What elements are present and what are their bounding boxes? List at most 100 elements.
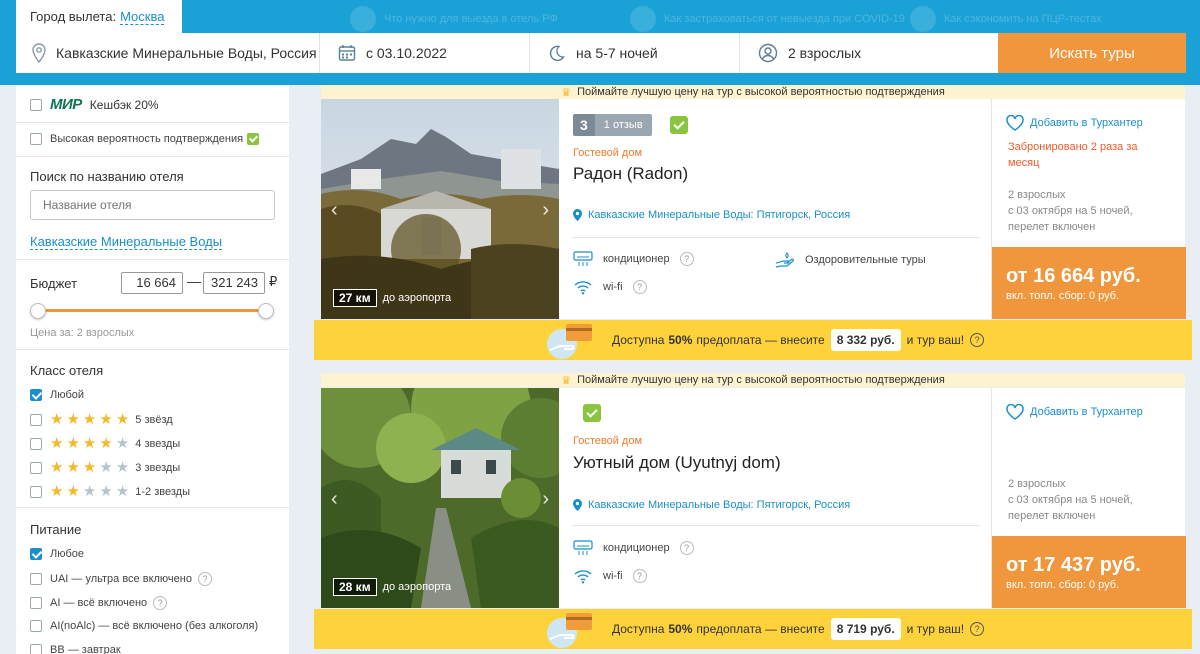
class-checkbox[interactable] — [30, 486, 42, 498]
meal-checkbox[interactable] — [30, 573, 42, 585]
amenity: кондиционер ? — [573, 251, 694, 267]
help-icon[interactable]: ? — [632, 280, 647, 294]
offer-panel: Добавить в Турхантер Забронировано 2 раз… — [991, 99, 1186, 319]
budget-min-input[interactable]: 16 664 — [121, 272, 183, 294]
class-checkbox[interactable] — [30, 438, 42, 450]
star-icon: ★ — [66, 411, 80, 428]
divider — [16, 122, 289, 123]
meta-flight: перелет включен — [1008, 221, 1096, 233]
user-icon — [758, 43, 778, 63]
high-confirm-checkbox[interactable] — [30, 133, 42, 145]
destination-field[interactable]: Кавказские Минеральные Воды, Россия — [16, 33, 320, 73]
distance-label: до аэропорта — [382, 292, 452, 304]
price-note: вкл. топл. сбор: 0 руб. — [1006, 290, 1120, 302]
class-option[interactable]: ★ ★ ★ ★ ★ 5 звёзд — [30, 411, 173, 428]
class-any-checkbox[interactable] — [30, 389, 42, 401]
amenity-label: кондиционер — [603, 542, 670, 554]
amenity: Оздоровительные туры — [775, 251, 926, 269]
offer-meta: 2 взрослых с 03 октября на 5 ночей, пере… — [1008, 476, 1133, 524]
class-any-label: Любой — [50, 389, 85, 401]
rating-badge[interactable]: 3 1 отзыв — [573, 114, 652, 136]
budget-max-input[interactable]: 321 243 — [203, 272, 265, 294]
date-field[interactable]: с 03.10.2022 — [320, 33, 530, 73]
star-icon: ★ — [66, 459, 80, 476]
cashback-checkbox[interactable] — [30, 98, 42, 111]
hotel-location[interactable]: Кавказские Минеральные Воды: Пятигорск, … — [573, 209, 850, 221]
meal-checkbox[interactable] — [30, 620, 42, 632]
meal-option[interactable]: AI(noAlc) — всё включено (без алкоголя) — [30, 620, 258, 632]
class-option[interactable]: ★ ★ ★ ★ ★ 4 звезды — [30, 435, 181, 452]
amenity-label: Оздоровительные туры — [805, 254, 926, 266]
guests-field[interactable]: 2 взрослых — [740, 33, 998, 73]
hotel-card[interactable]: ‹ › 28 км до аэропорта Гостевой дом Уютн… — [321, 388, 1186, 608]
help-icon[interactable]: ? — [632, 569, 647, 583]
meal-option-any[interactable]: Любое — [30, 548, 84, 560]
meal-checkbox[interactable] — [30, 644, 42, 654]
meal-label: UAI — ультра все включено — [50, 573, 192, 585]
meal-option[interactable]: UAI — ультра все включено ? — [30, 572, 212, 586]
heart-icon — [1006, 115, 1024, 131]
best-price-text: Поймайте лучшую цену на тур с высокой ве… — [577, 86, 945, 98]
star-icon: ★ — [82, 411, 97, 428]
booked-count: Забронировано 2 раза за месяц — [1008, 141, 1138, 169]
nights-field[interactable]: на 5-7 ночей — [530, 33, 740, 73]
promo-item[interactable]: Как сэкономить на ПЦР-тестах — [910, 6, 1102, 32]
price-button[interactable]: от 17 437 руб. вкл. топл. сбор: 0 руб. — [992, 536, 1186, 608]
help-icon[interactable]: ? — [970, 333, 985, 347]
hotel-name-input[interactable] — [30, 190, 275, 220]
divider — [16, 156, 289, 157]
help-icon[interactable]: ? — [970, 622, 985, 636]
hotel-photo[interactable]: ‹ › 27 км до аэропорта — [321, 99, 559, 319]
prepayment-banner[interactable]: Доступна 50% предоплата — внесите 8 332 … — [314, 320, 1192, 360]
airport-distance: 28 км до аэропорта — [333, 578, 451, 596]
class-option[interactable]: ★ ★ ★ ★ ★ 3 звезды — [30, 459, 180, 476]
next-photo-icon[interactable]: › — [542, 488, 549, 511]
cashback-filter[interactable]: МИР Кешбэк 20% — [30, 96, 159, 113]
meal-checkbox[interactable] — [30, 597, 42, 609]
meal-any-checkbox[interactable] — [30, 548, 42, 560]
air-conditioner-icon — [573, 251, 593, 266]
help-icon[interactable]: ? — [679, 541, 694, 555]
budget-slider-track[interactable] — [38, 309, 266, 312]
hotel-name[interactable]: Радон (Radon) — [573, 164, 688, 184]
hotel-name[interactable]: Уютный дом (Uyutnyj dom) — [573, 453, 781, 473]
rating-score: 3 — [573, 114, 595, 136]
help-icon[interactable]: ? — [153, 596, 168, 610]
departure-city-link[interactable]: Москва — [120, 9, 165, 25]
promo-item[interactable]: Как застраховаться от невыезда при COVID… — [630, 6, 905, 32]
prepayment-banner[interactable]: Доступна 50% предоплата — внесите 8 719 … — [314, 609, 1192, 649]
help-icon[interactable]: ? — [197, 572, 212, 586]
star-icon: ★ — [50, 435, 64, 452]
prev-photo-icon[interactable]: ‹ — [331, 488, 338, 511]
hotel-location[interactable]: Кавказские Минеральные Воды: Пятигорск, … — [573, 499, 850, 511]
prepay-amount: 8 719 руб. — [830, 618, 901, 640]
hotel-photo[interactable]: ‹ › 28 км до аэропорта — [321, 388, 559, 608]
promo-item[interactable]: Что нужно для выезда в отель РФ — [350, 6, 558, 32]
class-option[interactable]: ★ ★ ★ ★ ★ 1-2 звезды — [30, 484, 190, 499]
hotel-card[interactable]: ‹ › 27 км до аэропорта 3 1 отзыв Гостево… — [321, 99, 1186, 319]
add-to-tourhunter[interactable]: Добавить в Турхантер — [1006, 115, 1143, 131]
class-option-any[interactable]: Любой — [30, 389, 84, 401]
search-tours-button[interactable]: Искать туры — [998, 33, 1186, 73]
price-button[interactable]: от 16 664 руб. вкл. топл. сбор: 0 руб. — [992, 247, 1186, 319]
meal-option[interactable]: BB — завтрак — [30, 644, 121, 654]
promo-icon — [630, 6, 656, 32]
high-confirm-filter[interactable]: Высокая вероятность подтверждения — [30, 133, 260, 145]
class-checkbox[interactable] — [30, 462, 42, 474]
budget-slider-min-knob[interactable] — [30, 303, 46, 319]
region-link[interactable]: Кавказские Минеральные Воды — [30, 234, 223, 250]
nights-value: на 5-7 ночей — [576, 45, 658, 61]
class-checkbox[interactable] — [30, 414, 42, 426]
class-label: 5 звёзд — [135, 414, 173, 426]
add-to-tourhunter[interactable]: Добавить в Турхантер — [1006, 404, 1143, 420]
prev-photo-icon[interactable]: ‹ — [331, 199, 338, 222]
next-photo-icon[interactable]: › — [542, 199, 549, 222]
heart-icon — [1006, 404, 1024, 420]
location-pin-icon — [573, 499, 582, 511]
meal-option[interactable]: AI — всё включено ? — [30, 596, 168, 610]
help-icon[interactable]: ? — [679, 252, 694, 266]
location-pin-icon — [573, 209, 582, 221]
distance-value: 27 км — [333, 289, 377, 307]
budget-slider-max-knob[interactable] — [258, 303, 274, 319]
class-label: 4 звезды — [135, 438, 181, 450]
